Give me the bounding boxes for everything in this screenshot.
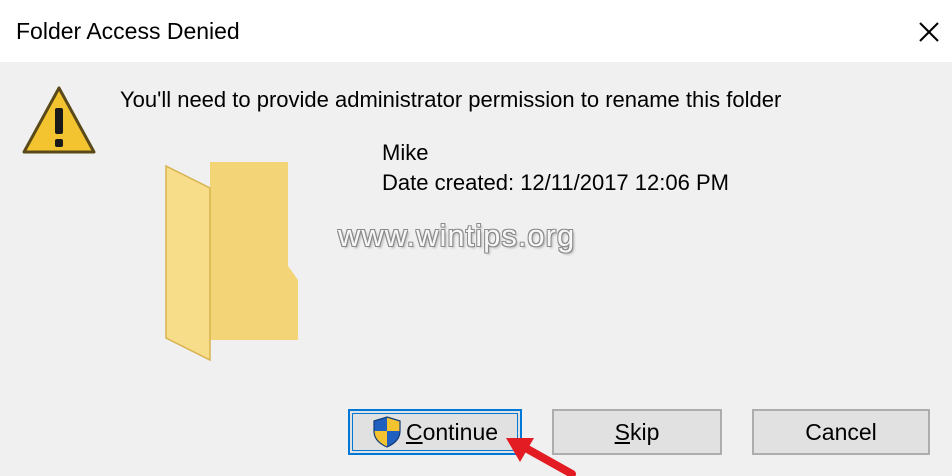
warning-icon: [22, 86, 96, 154]
uac-shield-icon: [373, 416, 401, 448]
red-arrow-icon: [506, 438, 576, 476]
folder-date-created: Date created: 12/11/2017 12:06 PM: [382, 170, 729, 195]
skip-label: Skip: [614, 418, 660, 445]
watermark-text: www.wintips.org: [338, 218, 576, 253]
cancel-button[interactable]: Cancel: [752, 409, 930, 455]
folder-access-denied-dialog: Folder Access Denied You'll need to prov…: [0, 0, 952, 476]
continue-label: Continue: [405, 418, 499, 445]
permission-message: You'll need to provide administrator per…: [120, 87, 782, 112]
continue-button[interactable]: Continue: [348, 409, 522, 455]
close-button[interactable]: [906, 10, 952, 54]
close-icon: [919, 22, 939, 42]
folder-icon: [165, 162, 298, 362]
cancel-label: Cancel: [805, 418, 877, 445]
window-title: Folder Access Denied: [16, 18, 240, 44]
folder-name: Mike: [382, 140, 429, 165]
title-bar[interactable]: Folder Access Denied: [0, 0, 952, 62]
